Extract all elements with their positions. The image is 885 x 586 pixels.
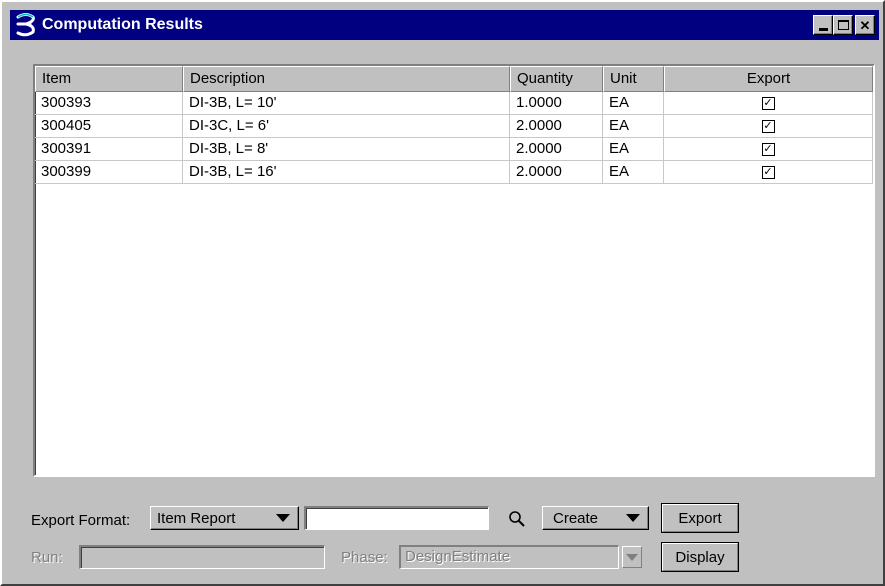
export-cell: ✓	[664, 138, 873, 161]
quantity-cell: 2.0000	[510, 138, 603, 161]
results-table[interactable]: Item Description Quantity Unit Export 30…	[33, 64, 875, 477]
checkmark-icon: ✓	[763, 96, 773, 109]
quantity-cell: 1.0000	[510, 92, 603, 115]
chevron-down-icon	[626, 514, 640, 522]
chevron-down-icon	[626, 554, 638, 561]
unit-cell: EA	[603, 161, 664, 184]
unit-cell: EA	[603, 92, 664, 115]
export-checkbox[interactable]: ✓	[761, 142, 775, 156]
export-button[interactable]: Export	[661, 503, 739, 533]
export-button-label: Export	[678, 509, 722, 527]
item-cell: 300399	[35, 161, 183, 184]
close-icon: ✕	[859, 17, 871, 33]
description-cell: DI-3B, L= 8'	[183, 138, 510, 161]
checkmark-icon: ✓	[763, 119, 773, 132]
close-button[interactable]: ✕	[855, 15, 875, 35]
export-checkbox[interactable]: ✓	[761, 96, 775, 110]
run-label: Run:	[31, 549, 63, 566]
computation-results-window: Computation Results ✕ Item Description Q…	[0, 0, 885, 586]
maximize-icon	[837, 20, 849, 30]
checkmark-icon: ✓	[763, 142, 773, 155]
export-cell: ✓	[664, 161, 873, 184]
window-title: Computation Results	[42, 16, 203, 33]
phase-value: DesignEstimate	[405, 548, 511, 565]
export-format-value: Item Report	[157, 509, 236, 527]
export-path-input[interactable]	[304, 506, 489, 530]
table-header: Item Description Quantity Unit Export	[35, 66, 873, 92]
maximize-button[interactable]	[833, 15, 853, 35]
create-dropdown-button[interactable]: Create	[542, 506, 649, 530]
checkmark-icon: ✓	[763, 165, 773, 178]
export-cell: ✓	[664, 115, 873, 138]
display-button-label: Display	[675, 548, 725, 566]
item-cell: 300391	[35, 138, 183, 161]
table-row[interactable]: 300391 DI-3B, L= 8' 2.0000 EA ✓	[35, 138, 873, 161]
phase-dropdown-arrow	[622, 546, 642, 568]
chevron-down-icon	[276, 514, 290, 522]
run-input	[79, 545, 325, 569]
column-header-description[interactable]: Description	[183, 66, 510, 92]
title-bar[interactable]: Computation Results ✕	[10, 10, 879, 40]
export-format-label: Export Format:	[31, 512, 131, 529]
column-header-export[interactable]: Export	[664, 66, 873, 92]
description-cell: DI-3B, L= 10'	[183, 92, 510, 115]
phase-label: Phase:	[341, 549, 388, 566]
export-cell: ✓	[664, 92, 873, 115]
unit-cell: EA	[603, 115, 664, 138]
app-logo-icon	[12, 11, 40, 39]
minimize-icon	[818, 27, 828, 31]
quantity-cell: 2.0000	[510, 115, 603, 138]
quantity-cell: 2.0000	[510, 161, 603, 184]
item-cell: 300405	[35, 115, 183, 138]
display-button[interactable]: Display	[661, 542, 739, 572]
description-cell: DI-3C, L= 6'	[183, 115, 510, 138]
search-icon[interactable]	[508, 510, 526, 531]
minimize-button[interactable]	[813, 15, 833, 35]
table-row[interactable]: 300393 DI-3B, L= 10' 1.0000 EA ✓	[35, 92, 873, 115]
column-header-item[interactable]: Item	[35, 66, 183, 92]
phase-dropdown: DesignEstimate	[399, 545, 619, 569]
table-row[interactable]: 300405 DI-3C, L= 6' 2.0000 EA ✓	[35, 115, 873, 138]
export-checkbox[interactable]: ✓	[761, 119, 775, 133]
table-row[interactable]: 300399 DI-3B, L= 16' 2.0000 EA ✓	[35, 161, 873, 184]
column-header-quantity[interactable]: Quantity	[510, 66, 603, 92]
export-checkbox[interactable]: ✓	[761, 165, 775, 179]
item-cell: 300393	[35, 92, 183, 115]
description-cell: DI-3B, L= 16'	[183, 161, 510, 184]
export-format-dropdown[interactable]: Item Report	[150, 506, 299, 530]
column-header-unit[interactable]: Unit	[603, 66, 664, 92]
unit-cell: EA	[603, 138, 664, 161]
create-label: Create	[553, 509, 599, 527]
